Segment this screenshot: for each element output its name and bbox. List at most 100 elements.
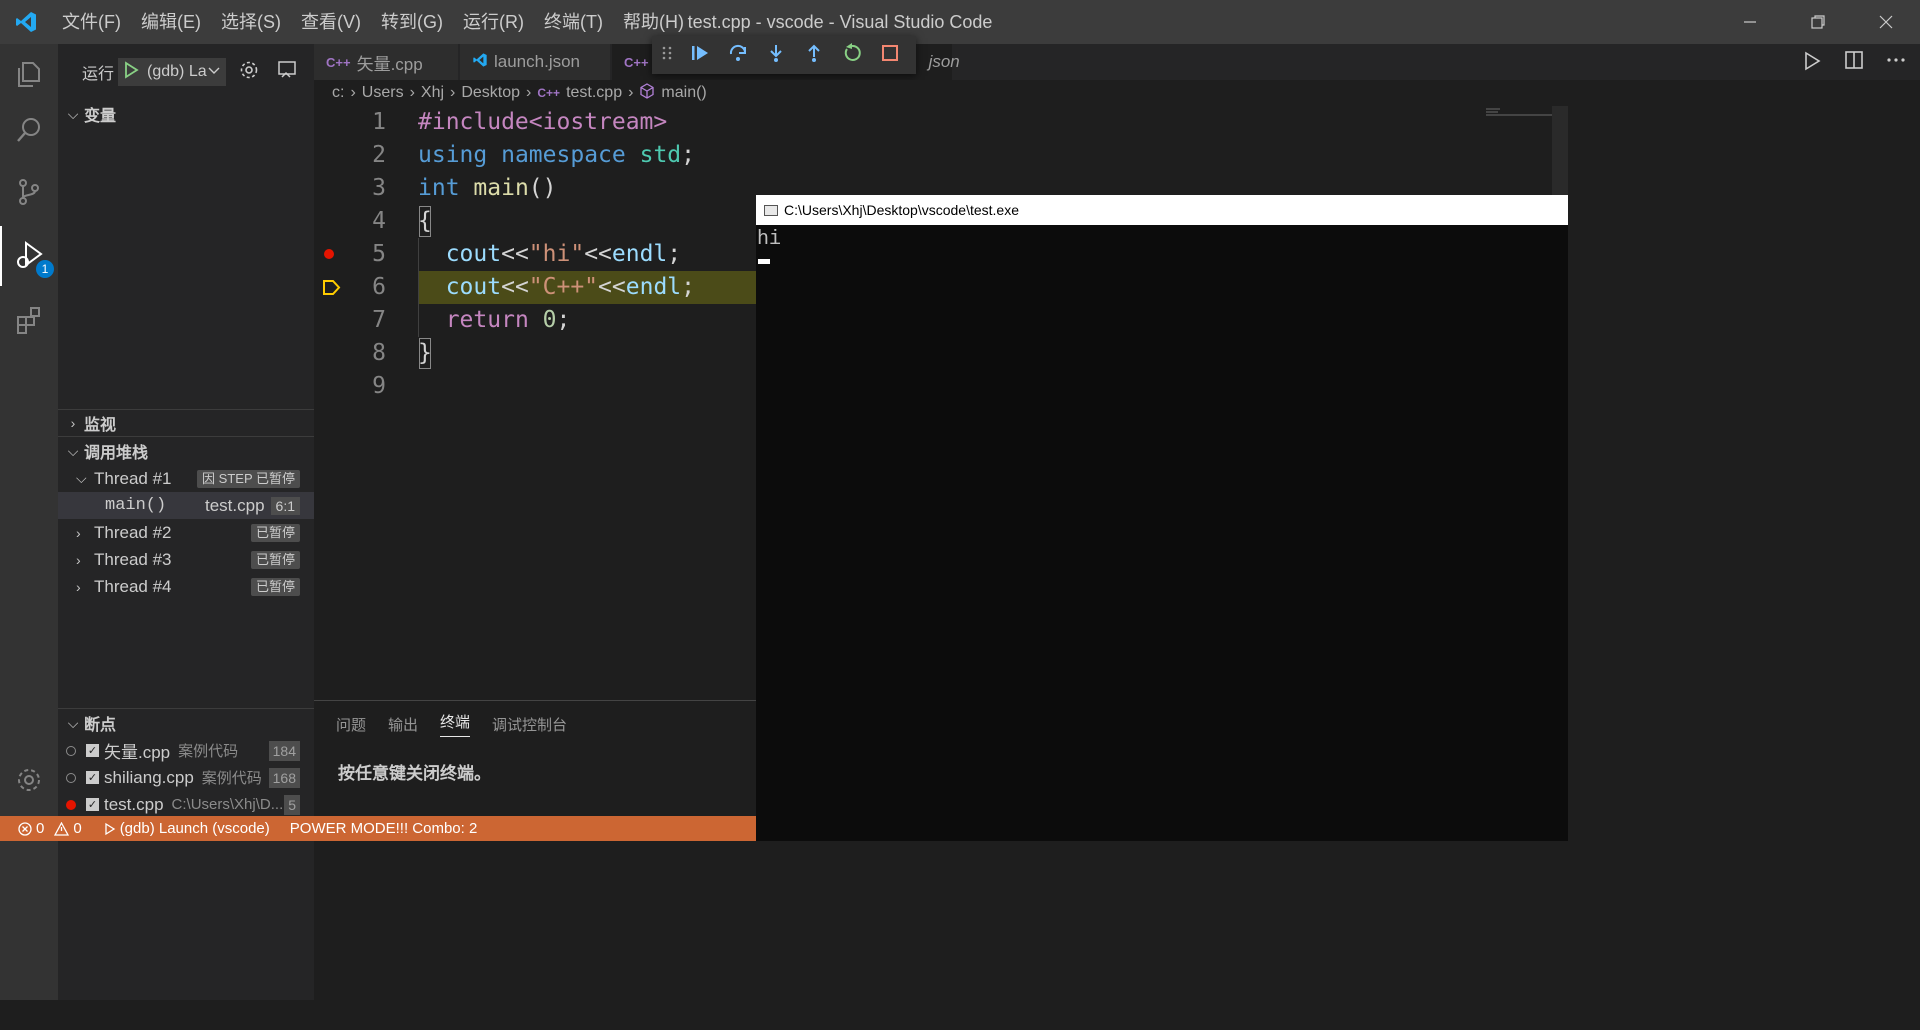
callstack-header-label: 调用堆栈 — [84, 445, 149, 462]
problems-status[interactable]: 0 0 — [18, 820, 82, 837]
console-window[interactable]: C:\Users\Xhj\Desktop\vscode\test.exe hi — [756, 195, 1568, 841]
tab-vector-cpp[interactable]: C++ 矢量.cpp — [314, 44, 458, 80]
restore-button[interactable] — [1784, 0, 1852, 44]
code-editor[interactable]: 1 #include<iostream> 2 using namespace s… — [314, 106, 756, 700]
thread-status-badge: 已暂停 — [250, 578, 300, 596]
code-text: { — [418, 205, 432, 238]
breakpoint-checkbox[interactable]: ✓ — [86, 771, 99, 784]
breadcrumb-item[interactable]: Xhj — [421, 84, 444, 102]
chevron-down-icon: ⌵ — [76, 470, 87, 486]
split-editor-icon[interactable] — [1844, 50, 1864, 77]
restart-icon[interactable] — [842, 42, 862, 68]
tab-launch-json[interactable]: launch.json — [460, 44, 610, 80]
start-debug-icon[interactable] — [123, 60, 139, 84]
callstack-section-header[interactable]: ⌵ 调用堆栈 — [58, 437, 314, 465]
settings-gear-icon[interactable] — [0, 750, 58, 810]
stop-icon[interactable] — [880, 43, 900, 68]
breakpoint-unverified-icon — [66, 772, 76, 783]
launch-config-select[interactable]: (gdb) Launch — [118, 58, 227, 86]
breakpoint-item[interactable]: ✓ 矢量.cpp 案例代码 184 — [58, 737, 314, 764]
stack-frame-item[interactable]: main() test.cpp 6:1 — [58, 492, 314, 519]
debug-sidebar: 运行 (gdb) Launch ⌵ 变量 › 监视 ⌵ 调用堆栈 — [58, 44, 314, 1000]
watch-section-header[interactable]: › 监视 — [58, 409, 314, 437]
menu-run[interactable]: 运行(R) — [453, 0, 534, 44]
breakpoints-header-label: 断点 — [84, 717, 117, 734]
open-launch-json-gear-icon[interactable] — [238, 59, 260, 86]
run-debug-icon[interactable]: 1 — [0, 226, 58, 286]
debug-config-label: (gdb) Launch (vscode) — [119, 820, 270, 837]
debug-toolbar — [652, 36, 916, 74]
step-out-icon[interactable] — [804, 43, 824, 68]
menu-selection[interactable]: 选择(S) — [211, 0, 291, 44]
breakpoint-file: 矢量.cpp — [104, 743, 171, 762]
breakpoint-item[interactable]: ✓ shiliang.cpp 案例代码 168 — [58, 764, 314, 791]
chevron-right-icon: › — [628, 84, 634, 101]
continue-icon[interactable] — [690, 43, 710, 68]
breakpoints-section: ⌵ 断点 ✓ 矢量.cpp 案例代码 184 ✓ shiliang.cpp 案例… — [58, 709, 314, 818]
minimap[interactable] — [1484, 106, 1552, 120]
breakpoint-file: shiliang.cpp — [104, 767, 194, 787]
breadcrumb-item[interactable]: main() — [661, 84, 706, 102]
breakpoints-section-header[interactable]: ⌵ 断点 — [58, 709, 314, 737]
chevron-right-icon: › — [450, 84, 456, 101]
editor-scrollbar[interactable] — [1552, 106, 1568, 195]
thread-item[interactable]: › Thread #3 已暂停 — [58, 546, 314, 573]
close-window-button[interactable] — [1852, 0, 1920, 44]
breakpoint-item[interactable]: ✓ test.cpp C:\Users\Xhj\D... 5 — [58, 791, 314, 818]
code-line: 3 int main() — [314, 172, 756, 205]
explorer-icon[interactable] — [0, 44, 58, 104]
line-number: 2 — [372, 142, 386, 168]
extensions-icon[interactable] — [0, 290, 58, 350]
tab-output[interactable]: 输出 — [388, 714, 418, 735]
code-text: return 0; — [445, 307, 571, 333]
source-control-icon[interactable] — [0, 162, 58, 222]
breakpoint-path: C:\Users\Xhj\D... — [171, 796, 284, 813]
chevron-right-icon: › — [409, 84, 415, 101]
watch-header-label: 监视 — [84, 417, 117, 434]
menu-bar: 文件(F) 编辑(E) 选择(S) 查看(V) 转到(G) 运行(R) 终端(T… — [52, 0, 694, 44]
code-text: cout<<"C++"<<endl; — [445, 274, 695, 300]
chevron-down-icon: ⌵ — [67, 105, 79, 122]
variables-section-header[interactable]: ⌵ 变量 — [58, 100, 314, 128]
run-toolbar: 运行 (gdb) Launch — [58, 44, 314, 100]
code-line: 2 using namespace std; — [314, 139, 756, 172]
debug-console-icon[interactable] — [276, 59, 298, 86]
tab-label: json — [928, 52, 960, 71]
debug-launch-status[interactable]: (gdb) Launch (vscode) — [104, 820, 270, 837]
terminal-message[interactable]: 按任意键关闭终端。 — [314, 759, 756, 784]
tab-debug-console[interactable]: 调试控制台 — [492, 714, 567, 735]
breakpoint-line-badge: 5 — [284, 795, 300, 815]
menu-view[interactable]: 查看(V) — [291, 0, 371, 44]
menu-edit[interactable]: 编辑(E) — [131, 0, 211, 44]
minimize-button[interactable] — [1716, 0, 1784, 44]
breadcrumb-item[interactable]: test.cpp — [566, 84, 622, 102]
vscode-file-icon — [472, 52, 488, 73]
frame-file: test.cpp — [205, 495, 265, 515]
menu-file[interactable]: 文件(F) — [52, 0, 131, 44]
step-into-icon[interactable] — [766, 43, 786, 68]
step-over-icon[interactable] — [728, 43, 748, 68]
drag-handle-icon[interactable] — [662, 45, 672, 66]
code-text: } — [418, 337, 432, 370]
breakpoint-checkbox[interactable]: ✓ — [86, 744, 99, 757]
thread-item[interactable]: › Thread #4 已暂停 — [58, 573, 314, 600]
more-actions-icon[interactable] — [1886, 50, 1906, 77]
code-line: 9 — [314, 370, 756, 403]
breadcrumb-item[interactable]: c: — [332, 84, 344, 102]
cpp-file-icon: C++ — [326, 54, 351, 70]
thread-item[interactable]: ⌵ Thread #1 因 STEP 已暂停 — [58, 465, 314, 492]
tab-terminal[interactable]: 终端 — [440, 711, 471, 737]
tab-label: 矢量.cpp — [356, 54, 423, 74]
menu-go[interactable]: 转到(G) — [371, 0, 453, 44]
search-icon[interactable] — [0, 100, 58, 160]
thread-item[interactable]: › Thread #2 已暂停 — [58, 519, 314, 546]
tab-problems[interactable]: 问题 — [336, 714, 366, 735]
breakpoint-checkbox[interactable]: ✓ — [86, 798, 99, 811]
breadcrumb-item[interactable]: Desktop — [461, 84, 520, 102]
run-file-icon[interactable] — [1802, 50, 1822, 77]
code-line: 1 #include<iostream> — [314, 106, 756, 139]
menu-terminal[interactable]: 终端(T) — [534, 0, 613, 44]
breadcrumb-item[interactable]: Users — [362, 84, 404, 102]
code-line: 5 cout<<"hi"<<endl; — [314, 238, 756, 271]
console-title-bar[interactable]: C:\Users\Xhj\Desktop\vscode\test.exe — [756, 195, 1568, 225]
